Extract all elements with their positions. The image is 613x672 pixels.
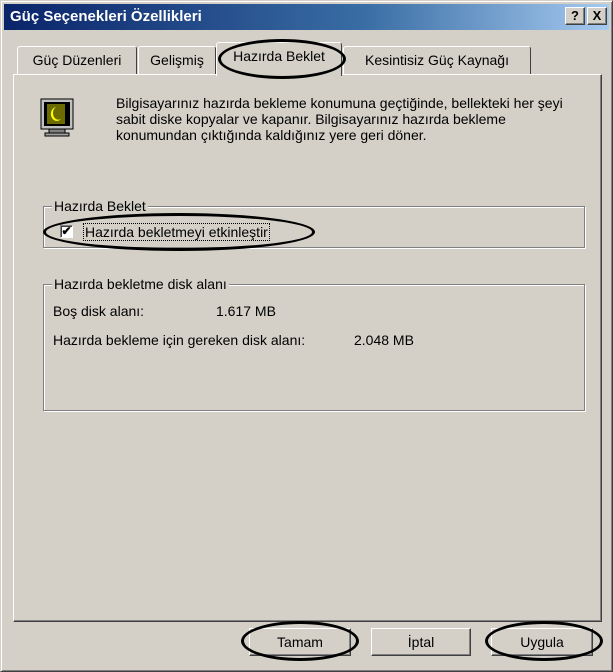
close-button[interactable]: X (587, 7, 607, 25)
tab-power-schemes[interactable]: Güç Düzenleri (17, 46, 137, 74)
enable-hibernate-checkbox[interactable]: ✔ (60, 225, 73, 238)
ok-button[interactable]: Tamam (249, 628, 351, 656)
title-bar[interactable]: Güç Seçenekleri Özellikleri (4, 4, 609, 30)
tab-advanced[interactable]: Gelişmiş (138, 46, 216, 74)
cancel-button[interactable]: İptal (371, 628, 471, 656)
monitor-moon-icon (40, 98, 74, 137)
properties-dialog: Güç Seçenekleri Özellikleri ? X Güç Düze… (0, 0, 613, 672)
required-disk-value: 2.048 MB (354, 332, 414, 348)
disk-space-group-title: Hazırda bekletme disk alanı (52, 276, 229, 292)
enable-hibernate-label[interactable]: Hazırda bekletmeyi etkinleştir (83, 223, 270, 241)
required-disk-label: Hazırda bekleme için gereken disk alanı: (53, 332, 306, 348)
help-button[interactable]: ? (565, 7, 585, 25)
tab-ups[interactable]: Kesintisiz Güç Kaynağı (343, 46, 531, 74)
hibernate-group-title: Hazırda Beklet (52, 198, 148, 214)
window-title: Güç Seçenekleri Özellikleri (10, 8, 202, 25)
free-disk-value: 1.617 MB (216, 303, 276, 319)
apply-button[interactable]: Uygula (491, 628, 593, 656)
free-disk-label: Boş disk alanı: (53, 303, 145, 319)
hibernate-description: Bilgisayarınız hazırda bekleme konumuna … (116, 95, 563, 143)
tab-hibernate[interactable]: Hazırda Beklet (216, 42, 342, 76)
